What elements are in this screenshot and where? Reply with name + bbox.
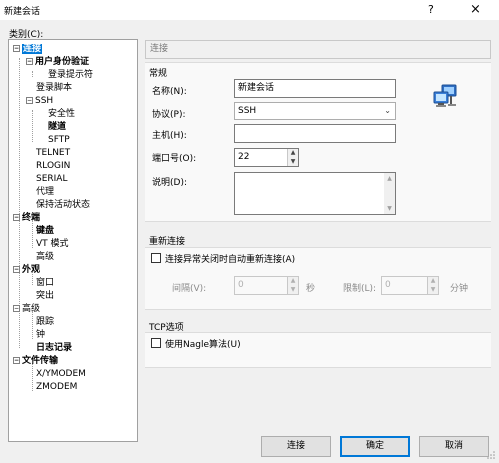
- tree-item-vt-mode[interactable]: VT 模式: [36, 238, 69, 251]
- spin-down-icon[interactable]: ▼: [288, 286, 298, 295]
- protocol-select[interactable]: SSH ⌄: [234, 102, 396, 120]
- spin-down-icon[interactable]: ▼: [428, 286, 438, 295]
- tree-item-trace[interactable]: 跟踪: [36, 316, 54, 329]
- tree-line: [32, 71, 33, 77]
- collapse-icon[interactable]: −: [13, 305, 20, 312]
- tree-item-login-script[interactable]: 登录脚本: [36, 82, 72, 95]
- scroll-up-icon[interactable]: ▲: [384, 175, 395, 182]
- category-tree[interactable]: − 连接 − 用户身份验证 登录提示符 登录脚本 − SSH 安全性 隧道 SFTP …: [8, 39, 138, 442]
- interval-value: 0: [238, 280, 244, 290]
- tree-line: [32, 110, 33, 142]
- description-scrollbar[interactable]: ▲ ▼: [384, 173, 395, 214]
- spin-up-icon[interactable]: ▲: [288, 277, 298, 286]
- interval-label: 间隔(V):: [172, 284, 207, 294]
- ok-button[interactable]: 确定: [340, 436, 410, 457]
- port-spinner[interactable]: ▲ ▼: [287, 149, 298, 166]
- nagle-label: 使用Nagle算法(U): [165, 340, 241, 350]
- tree-item-advanced[interactable]: − 高级: [13, 303, 40, 316]
- auto-reconnect-label: 连接异常关闭时自动重新连接(A): [165, 255, 296, 265]
- collapse-icon[interactable]: −: [13, 357, 20, 364]
- interval-unit: 秒: [306, 284, 316, 294]
- description-label: 说明(D):: [152, 178, 187, 188]
- window-title: 新建会话: [4, 7, 41, 17]
- tree-item-bell[interactable]: 钟: [36, 329, 45, 342]
- tree-item-connection[interactable]: − 连接: [13, 43, 43, 56]
- collapse-icon[interactable]: −: [13, 45, 20, 52]
- limit-spinner[interactable]: ▲ ▼: [427, 277, 438, 294]
- tree-item-terminal[interactable]: − 终端: [13, 212, 40, 225]
- network-computers-icon: [433, 84, 457, 107]
- spin-up-icon[interactable]: ▲: [288, 149, 298, 158]
- tree-item-telnet[interactable]: TELNET: [36, 147, 70, 160]
- tree-item-rlogin[interactable]: RLOGIN: [36, 160, 70, 173]
- help-button[interactable]: ?: [428, 3, 434, 16]
- resize-grip-icon[interactable]: [486, 450, 496, 460]
- spin-up-icon[interactable]: ▲: [428, 277, 438, 286]
- protocol-value: SSH: [238, 106, 257, 116]
- tree-item-appearance[interactable]: − 外观: [13, 264, 40, 277]
- name-input[interactable]: 新建会话: [234, 79, 396, 98]
- limit-input[interactable]: 0 ▲ ▼: [381, 276, 439, 295]
- host-label: 主机(H):: [152, 131, 187, 141]
- tree-item-login-prompt[interactable]: 登录提示符: [48, 69, 93, 82]
- tree-item-proxy[interactable]: 代理: [36, 186, 54, 199]
- port-value: 22: [238, 152, 250, 162]
- tree-item-highlight[interactable]: 突出: [36, 290, 54, 303]
- limit-label: 限制(L):: [343, 284, 377, 294]
- interval-spinner[interactable]: ▲ ▼: [287, 277, 298, 294]
- scroll-down-icon[interactable]: ▼: [384, 205, 395, 212]
- close-button[interactable]: ×: [470, 2, 481, 17]
- protocol-label: 协议(P):: [152, 110, 186, 120]
- tree-item-tunneling[interactable]: 隧道: [48, 121, 66, 134]
- tree-item-security[interactable]: 安全性: [48, 108, 75, 121]
- general-section-title: 常规: [149, 69, 168, 79]
- collapse-icon[interactable]: −: [26, 97, 33, 104]
- tree-item-ssh[interactable]: − SSH: [26, 95, 53, 108]
- tree-item-user-auth[interactable]: − 用户身份验证: [26, 56, 89, 69]
- connect-button[interactable]: 连接: [261, 436, 331, 457]
- tree-item-logging[interactable]: 日志记录: [36, 342, 72, 355]
- title-bar: 新建会话 ? ×: [0, 0, 499, 20]
- limit-unit: 分钟: [450, 284, 469, 294]
- name-label: 名称(N):: [152, 87, 187, 97]
- description-textarea[interactable]: ▲ ▼: [234, 172, 396, 215]
- tree-item-terminal-advanced[interactable]: 高级: [36, 251, 54, 264]
- limit-value: 0: [385, 280, 391, 290]
- collapse-icon[interactable]: −: [13, 214, 20, 221]
- tree-item-xymodem[interactable]: X/YMODEM: [36, 368, 86, 381]
- port-input[interactable]: 22 ▲ ▼: [234, 148, 299, 167]
- interval-input[interactable]: 0 ▲ ▼: [234, 276, 299, 295]
- host-input[interactable]: [234, 124, 396, 143]
- nagle-checkbox[interactable]: [151, 338, 161, 348]
- cancel-button[interactable]: 取消: [419, 436, 489, 457]
- port-label: 端口号(O):: [152, 154, 197, 164]
- tree-item-zmodem[interactable]: ZMODEM: [36, 381, 77, 394]
- chevron-down-icon: ⌄: [384, 106, 391, 115]
- tree-item-sftp[interactable]: SFTP: [48, 134, 70, 147]
- tree-item-serial[interactable]: SERIAL: [36, 173, 67, 186]
- reconnect-section-title: 重新连接: [149, 237, 186, 247]
- breadcrumb: 连接: [145, 40, 491, 59]
- tree-item-file-transfer[interactable]: − 文件传输: [13, 355, 58, 368]
- tree-item-keyboard[interactable]: 键盘: [36, 225, 54, 238]
- collapse-icon[interactable]: −: [26, 58, 33, 65]
- auto-reconnect-checkbox[interactable]: [151, 253, 161, 263]
- collapse-icon[interactable]: −: [13, 266, 20, 273]
- tree-item-keep-alive[interactable]: 保持活动状态: [36, 199, 90, 212]
- tree-item-window[interactable]: 窗口: [36, 277, 54, 290]
- spin-down-icon[interactable]: ▼: [288, 158, 298, 167]
